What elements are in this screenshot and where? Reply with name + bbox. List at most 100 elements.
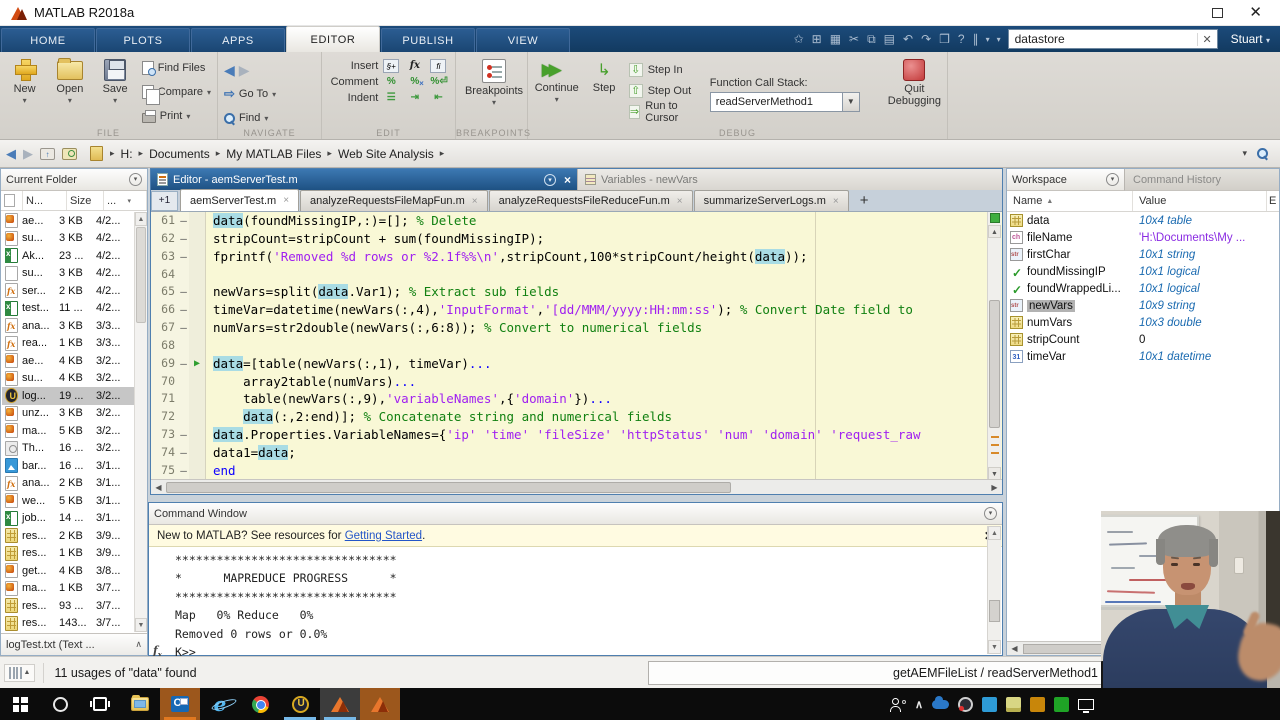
breadcrumb-item[interactable]: My MATLAB Files (226, 147, 321, 161)
editor-tab[interactable]: aemServerTest.m× (180, 189, 299, 211)
redo-icon[interactable]: ↷ (921, 33, 931, 45)
file-row[interactable]: ae...3 KB4/2... (2, 212, 134, 230)
breadcrumb-item[interactable]: H: (121, 147, 133, 161)
ribbon-tab-home[interactable]: HOME (1, 28, 95, 52)
file-row[interactable]: su...3 KB4/2... (2, 230, 134, 248)
tab-close-icon[interactable]: × (472, 196, 478, 207)
code-line[interactable]: 74–data1=data; (151, 444, 1002, 462)
workspace-variable-row[interactable]: newVars10x9 string (1007, 297, 1279, 314)
size-column-header[interactable]: Size (67, 191, 104, 210)
wrap-comments-icon[interactable]: %⏎ (430, 75, 446, 89)
breakpoint-gutter[interactable] (178, 408, 189, 426)
file-row[interactable]: get...4 KB3/8... (2, 562, 134, 580)
taskbar-file-explorer[interactable] (120, 688, 160, 720)
address-back-icon[interactable]: ◀ (6, 146, 16, 162)
workspace-variable-row[interactable]: fileName'H:\Documents\My ... (1007, 229, 1279, 246)
file-row[interactable]: Ak...23 ...4/2... (2, 247, 134, 265)
command-output[interactable]: ********************************* MAPRED… (149, 547, 1002, 661)
ws-extra-column-header[interactable]: E (1267, 191, 1279, 211)
breakpoint-gutter[interactable]: – (178, 444, 189, 462)
tray-app-orange[interactable] (1030, 697, 1045, 712)
workspace-variable-row[interactable]: timeVar10x1 datetime (1007, 348, 1279, 365)
file-details-bar[interactable]: logTest.txt (Text ... ∧ (1, 633, 147, 655)
find-files-button[interactable]: Find Files (142, 57, 211, 79)
up-one-level-icon[interactable]: ↑ (40, 148, 55, 160)
editor-tab[interactable]: analyzeRequestsFileReduceFun.m× (489, 190, 693, 211)
details-expand-icon[interactable]: ∧ (135, 639, 142, 650)
editor-horizontal-scrollbar[interactable]: ◀ ▶ (151, 479, 1002, 494)
code-area[interactable]: 61–data(foundMissingIP,:)=[]; % Delete62… (151, 212, 1002, 480)
save-icon[interactable]: ▦ (830, 33, 841, 45)
clear-search-icon[interactable]: ✕ (1197, 33, 1217, 46)
editor-scroll-left-icon[interactable]: ◀ (151, 483, 166, 492)
favorites-icon[interactable]: ✩ (794, 33, 804, 45)
tab-close-icon[interactable]: × (677, 196, 683, 207)
step-out-button[interactable]: ⇧Step Out (629, 82, 700, 100)
cw-scrollbar-thumb[interactable] (989, 600, 1000, 622)
new-script-icon[interactable]: ⊞ (812, 33, 822, 45)
tab-overflow-pager[interactable]: +1 (151, 191, 178, 211)
code-line[interactable]: 67–numVars=str2double(newVars(:,6:8)); %… (151, 319, 1002, 337)
file-list-scrollbar[interactable]: ▲ ▼ (134, 212, 147, 632)
workspace-variable-row[interactable]: numVars10x3 double (1007, 314, 1279, 331)
find-button[interactable]: Find▾ (224, 107, 315, 129)
scroll-up-icon[interactable]: ▲ (135, 212, 147, 226)
file-row[interactable]: res...1 KB3/9... (2, 545, 134, 563)
indent-right-icon[interactable]: ⇥ (407, 91, 423, 105)
breakpoint-gutter[interactable] (178, 373, 189, 391)
breakpoint-gutter[interactable]: – (178, 301, 189, 319)
address-forward-icon[interactable]: ▶ (23, 146, 33, 162)
tray-app-green[interactable] (1054, 697, 1069, 712)
taskbar-chrome[interactable] (240, 688, 280, 720)
taskbar-internet-explorer[interactable]: e (200, 688, 240, 720)
breakpoint-gutter[interactable]: – (178, 212, 189, 230)
cw-scroll-up-icon[interactable]: ▲ (988, 526, 1001, 540)
breakpoint-gutter[interactable] (178, 390, 189, 408)
insert-fi-icon[interactable]: fi (430, 59, 446, 73)
breakpoint-gutter[interactable]: – (178, 462, 189, 480)
file-list-header[interactable]: N... Size ...▾ (1, 191, 147, 211)
file-row[interactable]: rea...1 KB3/3... (2, 335, 134, 353)
command-window-menu-icon[interactable]: ▾ (984, 507, 997, 520)
user-menu[interactable]: Stuart ▾ (1231, 32, 1270, 46)
code-line[interactable]: 68 (151, 337, 1002, 355)
tray-people[interactable] (891, 698, 906, 711)
new-tab-button[interactable]: + (850, 192, 879, 209)
run-to-cursor-button[interactable]: ⇒Run to Cursor (629, 103, 700, 121)
editor-tab[interactable]: analyzeRequestsFileMapFun.m× (300, 190, 488, 211)
quickbar-dropdown-icon[interactable]: ▾ (986, 35, 990, 44)
editor-vertical-scrollbar[interactable]: ▲ ▼ (987, 212, 1001, 480)
command-window-scrollbar[interactable]: ▲ ▼ (987, 526, 1001, 654)
quickbar-dropdown2-icon[interactable]: ▾ (997, 35, 1001, 44)
editor-scrollbar-thumb[interactable] (989, 300, 1000, 428)
ws-value-column-header[interactable]: Value (1133, 191, 1267, 211)
undo-icon[interactable]: ↶ (903, 33, 913, 45)
open-button[interactable]: Open▾ (51, 57, 88, 127)
comment-icon[interactable]: % (383, 75, 399, 89)
file-row[interactable]: test...11 ...4/2... (2, 300, 134, 318)
workspace-variable-row[interactable]: foundMissingIP10x1 logical (1007, 263, 1279, 280)
parallel-icon[interactable]: ∥ (973, 33, 979, 45)
file-row[interactable]: job...14 ...3/1... (2, 510, 134, 528)
close-window-icon[interactable]: ✕ (1249, 5, 1262, 20)
insert-fx-icon[interactable]: fx (407, 59, 423, 73)
code-line[interactable]: 65–newVars=split(data.Var1); % Extract s… (151, 283, 1002, 301)
code-line[interactable]: 64 (151, 266, 1002, 284)
file-row[interactable]: res...93 ...3/7... (2, 597, 134, 615)
breakpoint-gutter[interactable]: – (178, 230, 189, 248)
code-line[interactable]: 72 data(:,2:end)]; % Concatenate string … (151, 408, 1002, 426)
save-button[interactable]: Save▾ (97, 57, 134, 127)
taskbar-ultraedit[interactable] (280, 688, 320, 720)
icon-column-header[interactable] (1, 191, 23, 210)
tray-chevron-up[interactable]: ∧ (915, 698, 923, 711)
file-row[interactable]: ana...3 KB3/3... (2, 317, 134, 335)
file-row[interactable]: log...19 ...3/2... (2, 387, 134, 405)
breadcrumb-item[interactable]: Documents (149, 147, 210, 161)
taskbar-matlab[interactable] (360, 688, 400, 720)
tray-sticky-notes[interactable] (1006, 697, 1021, 712)
address-dropdown-icon[interactable]: ▾ (1242, 148, 1247, 159)
cw-scroll-down-icon[interactable]: ▼ (988, 640, 1001, 654)
code-line[interactable]: 71 table(newVars(:,9),'variableNames',{'… (151, 390, 1002, 408)
smart-indent-icon[interactable]: ☰ (383, 91, 399, 105)
breakpoint-gutter[interactable]: – (178, 283, 189, 301)
